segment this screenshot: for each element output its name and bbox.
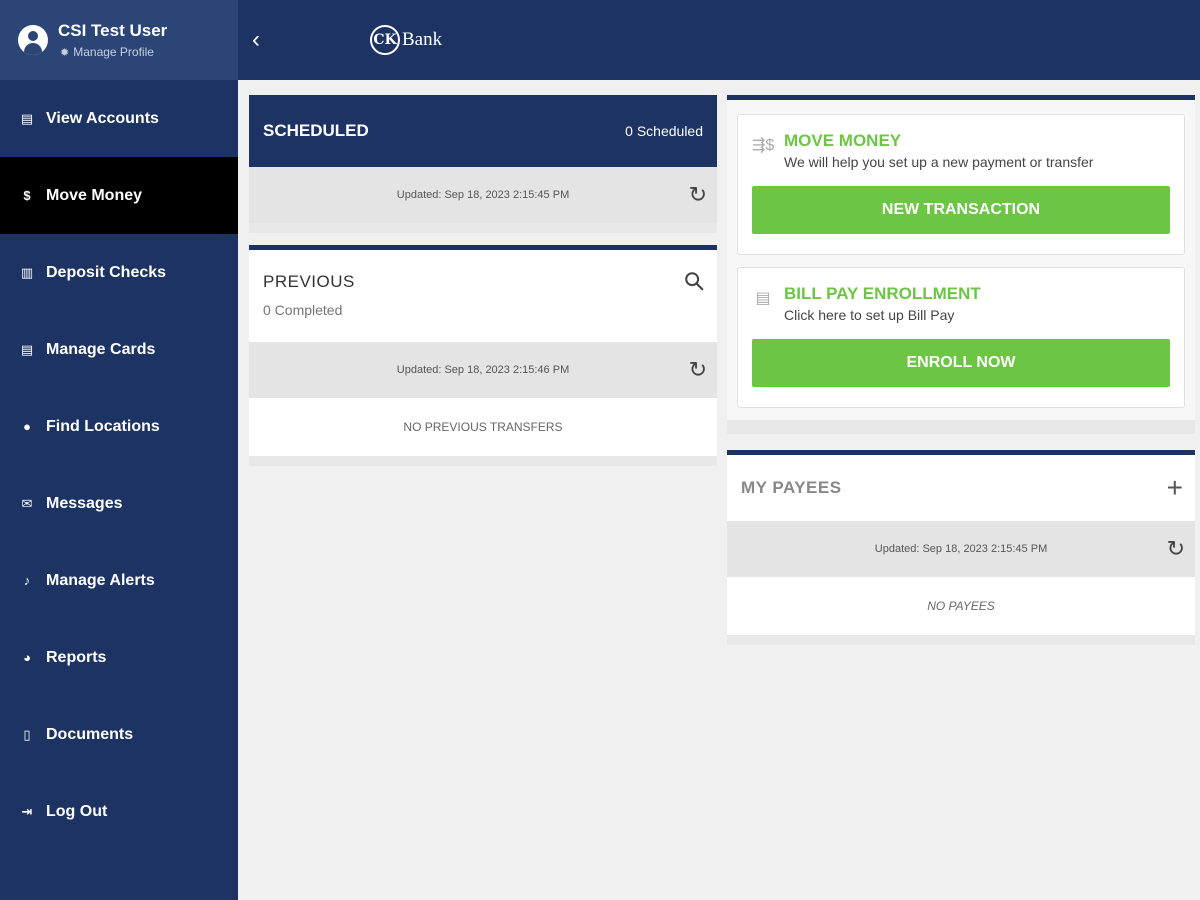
sidebar-item-label: Deposit Checks [46,263,167,281]
logout-icon: ⇥ [21,803,33,819]
sidebar-item-label: View Accounts [46,109,159,127]
bill-pay-description: Click here to set up Bill Pay [784,307,955,323]
sidebar-item-label: Manage Cards [46,340,156,358]
main-content: SCHEDULED 0 Scheduled Updated: Sep 18, 2… [238,80,1200,900]
sidebar-item-manage-alerts[interactable]: ♪ Manage Alerts [0,542,238,619]
empty-state: NO PREVIOUS TRANSFERS [249,398,717,456]
updated-timestamp: Updated: Sep 18, 2023 2:15:46 PM [396,364,570,376]
bill-pay-card: ▤ BILL PAY ENROLLMENT Click here to set … [737,267,1185,408]
card-footer [727,420,1195,434]
profile-name: CSI Test User [58,21,168,40]
left-column: SCHEDULED 0 Scheduled Updated: Sep 18, 2… [249,95,717,466]
scheduled-title: SCHEDULED [263,121,369,140]
sidebar-item-view-accounts[interactable]: ▤ View Accounts [0,80,238,157]
sidebar-item-deposit-checks[interactable]: ▥ Deposit Checks [0,234,238,311]
refresh-icon[interactable]: ↻ [1167,536,1185,562]
document-list-icon: ▤ [755,290,771,307]
actions-panel: ⇶$ MOVE MONEY We will help you set up a … [727,95,1195,434]
move-money-card: ⇶$ MOVE MONEY We will help you set up a … [737,114,1185,255]
scheduled-card: SCHEDULED 0 Scheduled Updated: Sep 18, 2… [249,95,717,233]
bank-logo: CK Bank [370,25,442,55]
payees-title: MY PAYEES [741,478,842,497]
profile-header[interactable]: CSI Test User ✹ Manage Profile [0,0,238,80]
empty-state: NO PAYEES [727,577,1195,635]
card-footer [249,223,717,233]
sidebar-item-label: Find Locations [46,417,160,435]
payees-updated-bar: Updated: Sep 18, 2023 2:15:45 PM ↻ [727,521,1195,577]
add-payee-icon[interactable]: + [1167,474,1183,502]
move-money-description: We will help you set up a new payment or… [784,154,1094,170]
pie-chart-icon: ◕ [23,650,31,665]
move-money-title: MOVE MONEY [784,131,902,150]
sidebar-item-label: Manage Alerts [46,571,155,589]
pin-icon: ● [23,419,31,434]
sidebar-item-log-out[interactable]: ⇥ Log Out [0,773,238,850]
search-icon[interactable] [683,270,705,292]
payees-card: MY PAYEES + Updated: Sep 18, 2023 2:15:4… [727,450,1195,645]
previous-count: 0 Completed [263,302,343,318]
sidebar-nav: ▤ View Accounts $ Move Money ▥ Deposit C… [0,80,238,850]
avatar-icon [18,25,48,55]
dollar-icon: $ [23,188,31,203]
document-icon: ▯ [23,726,31,742]
top-header: ‹ CK Bank [238,0,1200,80]
bank-icon: ▥ [20,264,34,280]
chevron-left-icon[interactable]: ‹ [252,26,272,54]
sidebar-item-manage-cards[interactable]: ▤ Manage Cards [0,311,238,388]
previous-updated-bar: Updated: Sep 18, 2023 2:15:46 PM ↻ [249,342,717,398]
card-footer [727,635,1195,645]
manage-profile-link[interactable]: ✹ Manage Profile [60,45,167,59]
refresh-icon[interactable]: ↻ [689,182,707,208]
previous-header: PREVIOUS 0 Completed [249,250,717,342]
mail-icon: ✉ [21,495,33,511]
scheduled-count: 0 Scheduled [625,123,703,139]
previous-title: PREVIOUS [263,272,355,291]
sidebar-item-label: Documents [46,725,134,743]
accounts-icon: ▤ [20,110,34,126]
transfer-dollar-icon: ⇶$ [752,137,775,154]
sidebar-item-label: Move Money [46,186,143,204]
payees-header: MY PAYEES + [727,455,1195,521]
sidebar-item-find-locations[interactable]: ● Find Locations [0,388,238,465]
gear-icon: ✹ [60,46,70,59]
enroll-now-button[interactable]: ENROLL NOW [752,339,1170,387]
scheduled-header[interactable]: SCHEDULED 0 Scheduled [249,95,717,167]
logo-text: Bank [402,29,443,50]
card-icon: ▤ [20,341,34,357]
right-column: ⇶$ MOVE MONEY We will help you set up a … [727,95,1195,645]
new-transaction-button[interactable]: NEW TRANSACTION [752,186,1170,234]
sidebar-item-label: Messages [46,494,123,512]
bell-icon: ♪ [23,573,31,588]
sidebar-item-messages[interactable]: ✉ Messages [0,465,238,542]
scheduled-updated-bar: Updated: Sep 18, 2023 2:15:45 PM ↻ [249,167,717,223]
sidebar-item-documents[interactable]: ▯ Documents [0,696,238,773]
bill-pay-title: BILL PAY ENROLLMENT [784,284,981,303]
previous-card: PREVIOUS 0 Completed Updated: Sep 18, 20… [249,245,717,466]
updated-timestamp: Updated: Sep 18, 2023 2:15:45 PM [874,543,1048,555]
updated-timestamp: Updated: Sep 18, 2023 2:15:45 PM [396,189,570,201]
refresh-icon[interactable]: ↻ [689,357,707,383]
card-footer [249,456,717,466]
sidebar-item-label: Log Out [46,802,108,820]
sidebar-item-move-money[interactable]: $ Move Money [0,157,238,234]
sidebar: CSI Test User ✹ Manage Profile ▤ View Ac… [0,0,238,900]
sidebar-item-label: Reports [46,648,107,666]
sidebar-item-reports[interactable]: ◕ Reports [0,619,238,696]
logo-mark: CK [370,25,400,55]
manage-profile-label: Manage Profile [73,45,154,59]
